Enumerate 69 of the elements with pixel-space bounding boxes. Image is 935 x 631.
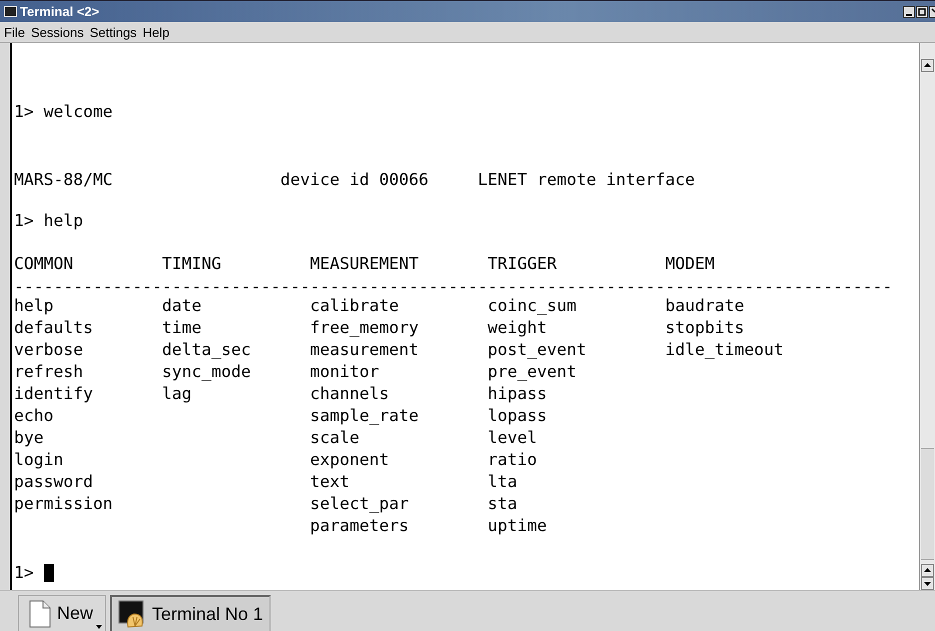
command-name: post_event [488,339,586,361]
command-name: baudrate [665,295,744,317]
command-name: sync_mode [162,361,251,383]
banner-text: MARS-88/MC [14,170,113,189]
command-name: parameters [310,515,409,537]
command-name: date [162,295,202,317]
command-name: select_par [310,493,409,515]
column-heading: MEASUREMENT [310,253,419,275]
command-name: stopbits [665,317,744,339]
command-name: level [488,427,537,449]
terminal-icon [4,6,17,17]
close-icon[interactable] [929,6,935,18]
banner-text: LENET remote interface [478,170,695,189]
session-tab[interactable]: Terminal No 1 [110,595,272,631]
column-heading: TRIGGER [488,253,557,275]
minimize-icon[interactable] [903,6,915,18]
command-name: time [162,317,202,339]
command-name: uptime [488,515,547,537]
column-heading: TIMING [162,253,222,275]
menu-item[interactable]: File [4,24,25,40]
prompt: 1> [14,562,34,584]
command-name: delta_sec [162,339,251,361]
menu-item[interactable]: Settings [90,24,137,40]
window-title: Terminal <2> [20,4,100,19]
command-name: defaults [14,317,93,339]
command-name: coinc_sum [488,295,576,317]
command-name: identify [14,383,93,405]
banner-text: device id 00066 [280,170,428,189]
command-name: lag [162,383,192,405]
caret-icon[interactable] [96,625,102,629]
command-name: help [14,295,54,317]
scroll-up-icon[interactable] [921,564,934,577]
command-name: login [14,449,64,471]
command-name: monitor [310,361,380,383]
command-name: free_memory [310,317,419,339]
scroll-thumb[interactable] [921,448,934,560]
command-name: lopass [488,405,547,427]
command-name: sta [488,493,518,515]
command-name: weight [488,317,547,339]
command-line: 1> help [14,211,84,230]
command-name: bye [14,427,44,449]
command-name: scale [310,427,360,449]
menu-item[interactable]: Help [142,24,170,40]
command-name: echo [14,405,54,427]
command-name: verbose [14,339,84,361]
command-name: idle_timeout [665,339,784,361]
command-name: password [14,471,93,493]
command-name: refresh [14,361,84,383]
menu-item[interactable]: Sessions [30,24,84,40]
document-icon [29,600,51,628]
command-name: ratio [488,449,537,471]
command-line: 1> welcome [14,102,113,121]
column-heading: COMMON [14,253,74,275]
text-cursor [44,564,54,582]
command-name: permission [14,493,113,515]
command-name: calibrate [310,295,399,317]
command-name: measurement [310,339,419,361]
scroll-down-icon[interactable] [921,577,934,590]
command-name: pre_event [488,361,576,383]
command-name: channels [310,383,389,405]
new-session-button[interactable]: New [18,595,106,631]
command-name: exponent [310,449,389,471]
separator-line: ----------------------------------------------------------------------------------------- [14,277,892,296]
scroll-up-icon[interactable] [921,59,934,72]
column-heading: MODEM [665,253,715,275]
command-name: sample_rate [310,405,419,427]
command-name: hipass [488,383,547,405]
command-name: text [310,471,350,493]
command-name: lta [488,471,518,493]
